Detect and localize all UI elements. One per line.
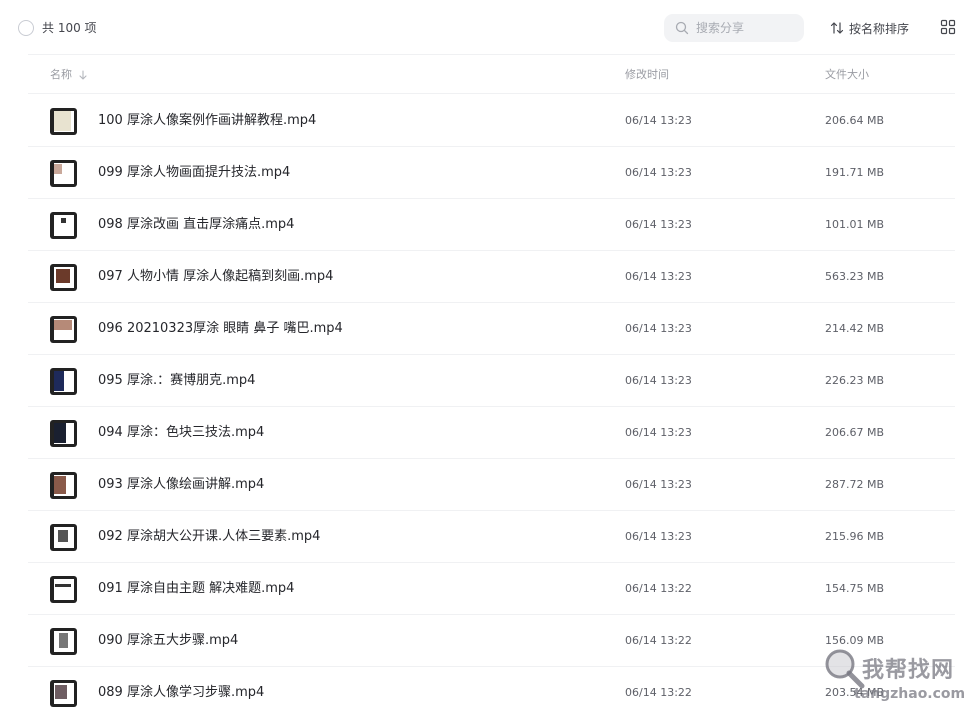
thumbnail-image	[58, 530, 68, 542]
file-row[interactable]: 095 厚涂.：赛博朋克.mp4 06/14 13:23 226.23 MB	[28, 355, 955, 407]
file-row[interactable]: 099 厚涂人物画面提升技法.mp4 06/14 13:23 191.71 MB	[28, 147, 955, 199]
sort-label: 按名称排序	[849, 21, 910, 36]
file-name[interactable]: 091 厚涂自由主题 解决难题.mp4	[98, 580, 294, 598]
grid-view-button[interactable]	[940, 19, 956, 35]
thumbnail-image	[55, 685, 67, 699]
file-size: 563.23 MB	[825, 270, 885, 283]
sort-icon	[830, 22, 844, 34]
thumbnail-image	[56, 269, 70, 283]
video-thumbnail	[50, 316, 77, 343]
file-modified-time: 06/14 13:22	[625, 634, 692, 647]
search-icon	[675, 21, 689, 35]
file-modified-time: 06/14 13:23	[625, 114, 692, 127]
file-row[interactable]: 096 20210323厚涂 眼睛 鼻子 嘴巴.mp4 06/14 13:23 21…	[28, 303, 955, 355]
file-modified-time: 06/14 13:23	[625, 270, 692, 283]
file-size: 154.75 MB	[825, 582, 885, 595]
file-list-header: 名称 修改时间 文件大小	[28, 54, 955, 94]
file-row[interactable]: 094 厚涂：色块三技法.mp4 06/14 13:23 206.67 MB	[28, 407, 955, 459]
file-size: 206.64 MB	[825, 114, 885, 127]
file-row[interactable]: 098 厚涂改画 直击厚涂痛点.mp4 06/14 13:23 101.01 MB	[28, 199, 955, 251]
video-thumbnail	[50, 368, 77, 395]
file-name[interactable]: 094 厚涂：色块三技法.mp4	[98, 424, 264, 442]
search-input[interactable]	[696, 19, 796, 37]
file-size: 214.42 MB	[825, 322, 885, 335]
thumbnail-image	[54, 476, 66, 494]
file-row[interactable]: 093 厚涂人像绘画讲解.mp4 06/14 13:23 287.72 MB	[28, 459, 955, 511]
file-modified-time: 06/14 13:23	[625, 322, 692, 335]
file-size: 203.54 MB	[825, 686, 885, 699]
column-header-name[interactable]: 名称	[50, 67, 88, 83]
file-name[interactable]: 099 厚涂人物画面提升技法.mp4	[98, 164, 290, 182]
file-list: 100 厚涂人像案例作画讲解教程.mp4 06/14 13:23 206.64 MB…	[28, 95, 955, 713]
file-modified-time: 06/14 13:23	[625, 426, 692, 439]
video-thumbnail	[50, 420, 77, 447]
file-modified-time: 06/14 13:23	[625, 374, 692, 387]
column-header-name-label: 名称	[50, 68, 72, 81]
video-thumbnail	[50, 524, 77, 551]
video-thumbnail	[50, 680, 77, 707]
thumbnail-image	[54, 371, 64, 391]
column-header-size-label: 文件大小	[825, 68, 869, 81]
column-header-modified[interactable]: 修改时间	[625, 67, 669, 83]
file-modified-time: 06/14 13:22	[625, 686, 692, 699]
arrow-down-icon	[79, 70, 87, 80]
file-name[interactable]: 089 厚涂人像学习步骤.mp4	[98, 684, 264, 702]
video-thumbnail	[50, 576, 77, 603]
file-row[interactable]: 090 厚涂五大步骤.mp4 06/14 13:22 156.09 MB	[28, 615, 955, 667]
grid-view-icon	[940, 19, 956, 35]
file-size: 206.67 MB	[825, 426, 885, 439]
file-size: 215.96 MB	[825, 530, 885, 543]
file-name[interactable]: 092 厚涂胡大公开课.人体三要素.mp4	[98, 528, 320, 546]
file-name[interactable]: 096 20210323厚涂 眼睛 鼻子 嘴巴.mp4	[98, 320, 343, 338]
video-thumbnail	[50, 212, 77, 239]
file-modified-time: 06/14 13:23	[625, 478, 692, 491]
thumbnail-image	[54, 164, 62, 174]
file-name[interactable]: 095 厚涂.：赛博朋克.mp4	[98, 372, 255, 390]
video-thumbnail	[50, 472, 77, 499]
thumbnail-image	[55, 584, 71, 587]
thumbnail-image	[54, 111, 71, 131]
column-header-modified-label: 修改时间	[625, 68, 669, 81]
column-header-size[interactable]: 文件大小	[825, 67, 869, 83]
file-name[interactable]: 090 厚涂五大步骤.mp4	[98, 632, 238, 650]
search-box[interactable]	[664, 14, 804, 42]
video-thumbnail	[50, 160, 77, 187]
file-modified-time: 06/14 13:23	[625, 218, 692, 231]
file-name[interactable]: 100 厚涂人像案例作画讲解教程.mp4	[98, 112, 316, 130]
file-size: 191.71 MB	[825, 166, 885, 179]
select-all-checkbox[interactable]	[18, 20, 34, 36]
item-count: 共 100 项	[42, 21, 97, 35]
file-row[interactable]: 097 人物小情 厚涂人像起稿到刻画.mp4 06/14 13:23 563.23 …	[28, 251, 955, 303]
thumbnail-image	[61, 218, 66, 223]
video-thumbnail	[50, 264, 77, 291]
file-row[interactable]: 089 厚涂人像学习步骤.mp4 06/14 13:22 203.54 MB	[28, 667, 955, 713]
file-name[interactable]: 093 厚涂人像绘画讲解.mp4	[98, 476, 264, 494]
file-name[interactable]: 097 人物小情 厚涂人像起稿到刻画.mp4	[98, 268, 333, 286]
video-thumbnail	[50, 628, 77, 655]
file-modified-time: 06/14 13:22	[625, 582, 692, 595]
file-size: 226.23 MB	[825, 374, 885, 387]
file-size: 156.09 MB	[825, 634, 885, 647]
video-thumbnail	[50, 108, 77, 135]
file-size: 287.72 MB	[825, 478, 885, 491]
file-row[interactable]: 100 厚涂人像案例作画讲解教程.mp4 06/14 13:23 206.64 MB	[28, 95, 955, 147]
file-size: 101.01 MB	[825, 218, 885, 231]
toolbar: 共 100 项 按名称排序	[0, 0, 977, 54]
sort-button[interactable]: 按名称排序	[830, 18, 909, 38]
file-name[interactable]: 098 厚涂改画 直击厚涂痛点.mp4	[98, 216, 294, 234]
file-modified-time: 06/14 13:23	[625, 166, 692, 179]
thumbnail-frame	[54, 579, 74, 600]
thumbnail-image	[59, 633, 68, 648]
thumbnail-image	[54, 423, 66, 443]
file-row[interactable]: 091 厚涂自由主题 解决难题.mp4 06/14 13:22 154.75 MB	[28, 563, 955, 615]
file-modified-time: 06/14 13:23	[625, 530, 692, 543]
thumbnail-image	[54, 320, 72, 330]
file-row[interactable]: 092 厚涂胡大公开课.人体三要素.mp4 06/14 13:23 215.96 M…	[28, 511, 955, 563]
